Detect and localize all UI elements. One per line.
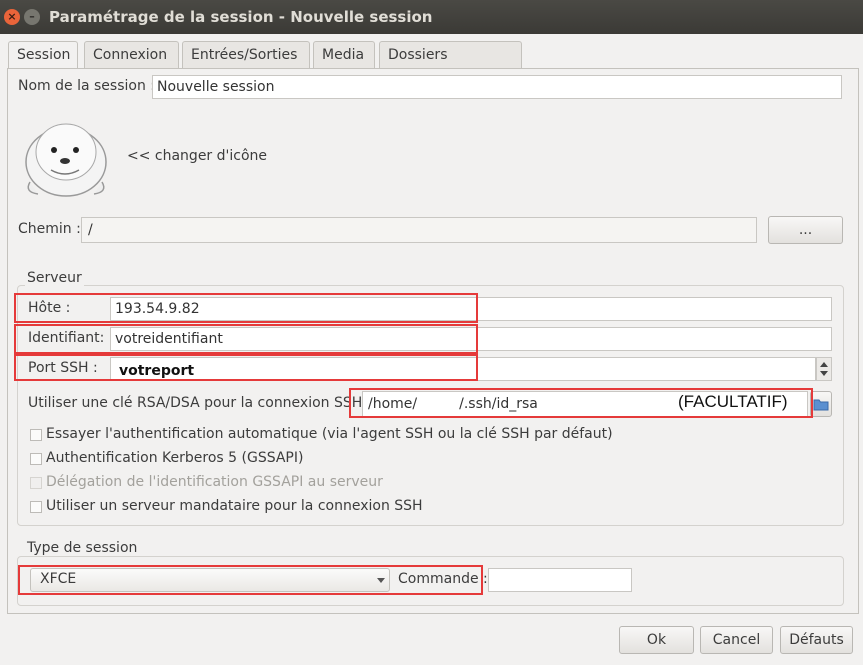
minimize-window-button[interactable]: – — [24, 9, 40, 25]
session-name-label: Nom de la session : — [18, 78, 155, 94]
tab-dossiers-partages[interactable]: Dossiers partagés — [379, 41, 522, 90]
ok-button[interactable]: Ok — [619, 626, 694, 654]
path-label: Chemin : — [18, 221, 81, 237]
spin-up-icon[interactable] — [820, 362, 828, 367]
highlight-login — [14, 324, 478, 354]
kerberos-checkbox[interactable] — [30, 453, 42, 465]
highlight-session-type — [18, 565, 483, 595]
proxy-label: Utiliser un serveur mandataire pour la c… — [46, 498, 423, 514]
close-window-button[interactable]: × — [4, 9, 20, 25]
gssapi-delegation-label: Délégation de l'identification GSSAPI au… — [46, 474, 383, 490]
command-input[interactable] — [488, 568, 632, 592]
kerberos-label: Authentification Kerberos 5 (GSSAPI) — [46, 450, 304, 466]
browse-key-button[interactable] — [810, 391, 832, 417]
change-icon-link[interactable]: << changer d'icône — [127, 148, 267, 164]
defaults-button[interactable]: Défauts — [780, 626, 853, 654]
highlight-port — [14, 354, 478, 381]
tab-connexion[interactable]: Connexion — [84, 41, 179, 69]
port-spinner[interactable] — [816, 357, 832, 381]
highlight-host — [14, 293, 478, 323]
session-name-input[interactable]: Nouvelle session — [152, 75, 842, 99]
browse-path-button[interactable]: ... — [768, 216, 843, 244]
server-group-title: Serveur — [25, 270, 84, 286]
session-type-group-title: Type de session — [25, 540, 140, 556]
proxy-checkbox[interactable] — [30, 501, 42, 513]
auto-auth-label: Essayer l'authentification automatique (… — [46, 426, 613, 442]
tab-session[interactable]: Session — [8, 41, 78, 70]
highlight-key — [349, 388, 813, 418]
path-input[interactable]: / — [81, 217, 757, 243]
folder-icon — [813, 399, 829, 411]
session-icon[interactable] — [18, 112, 114, 200]
gssapi-delegation-checkbox — [30, 477, 42, 489]
title-bar: × – Paramétrage de la session - Nouvelle… — [0, 0, 863, 34]
seal-icon — [25, 123, 107, 197]
tab-media[interactable]: Media — [313, 41, 375, 69]
key-label: Utiliser une clé RSA/DSA pour la connexi… — [28, 395, 368, 411]
auto-auth-checkbox[interactable] — [30, 429, 42, 441]
tab-entrees-sorties[interactable]: Entrées/Sorties — [182, 41, 310, 69]
spin-down-icon[interactable] — [820, 371, 828, 376]
cancel-button[interactable]: Cancel — [700, 626, 773, 654]
window-title: Paramétrage de la session - Nouvelle ses… — [49, 8, 433, 26]
